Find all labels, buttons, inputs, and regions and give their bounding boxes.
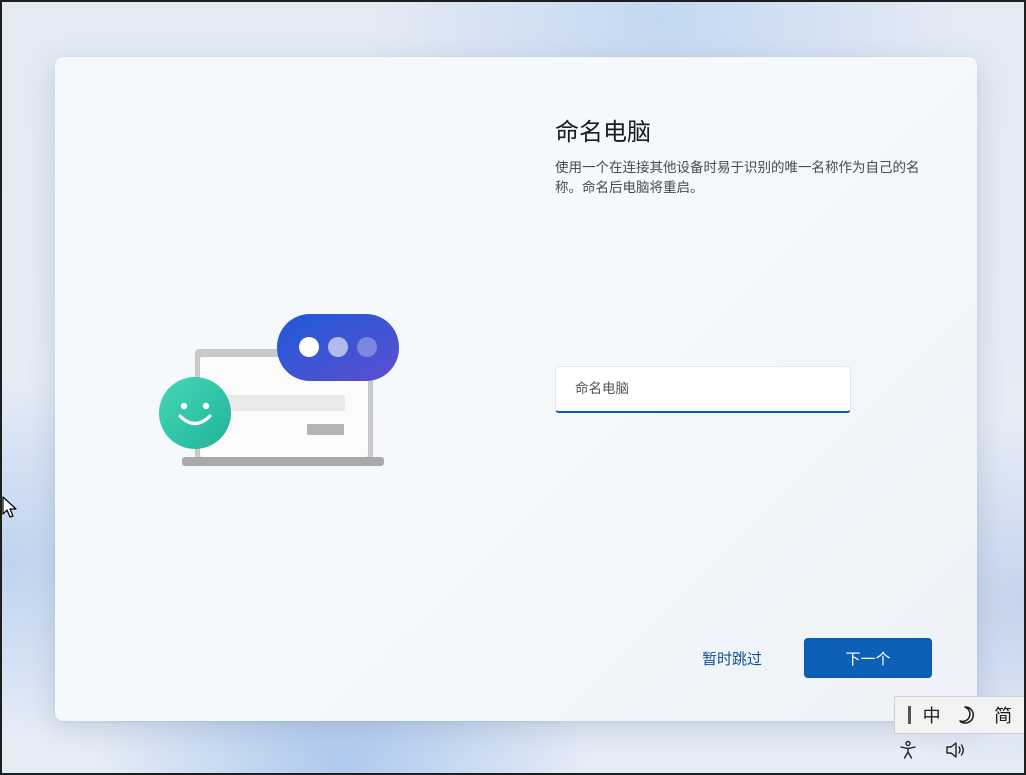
page-title: 命名电脑: [555, 118, 651, 146]
page-description: 使用一个在连接其他设备时易于识别的唯一名称作为自己的名称。命名后电脑将重启。: [555, 160, 920, 196]
accessibility-icon[interactable]: [896, 738, 920, 762]
moon-icon[interactable]: [952, 700, 982, 730]
mouse-pointer-icon: [2, 496, 17, 518]
ime-language-toggle[interactable]: 中: [917, 700, 947, 730]
skip-for-now-button[interactable]: 暂时跳过: [681, 638, 783, 678]
next-button[interactable]: 下一个: [804, 638, 932, 678]
oobe-window: 命名电脑 使用一个在连接其他设备时易于识别的唯一名称作为自己的名称。命名后电脑将…: [0, 0, 1026, 775]
chat-bubble-icon: [277, 314, 399, 381]
ime-variant-toggle[interactable]: 简: [988, 700, 1018, 730]
pc-name-input[interactable]: [556, 367, 850, 411]
smiley-face-icon: [159, 377, 231, 449]
pc-name-field[interactable]: [555, 366, 851, 413]
ime-toolbar: 中 简: [894, 696, 1024, 734]
laptop-chat-illustration: [159, 314, 399, 466]
volume-icon[interactable]: [944, 738, 968, 762]
ime-drag-handle[interactable]: [907, 706, 911, 724]
